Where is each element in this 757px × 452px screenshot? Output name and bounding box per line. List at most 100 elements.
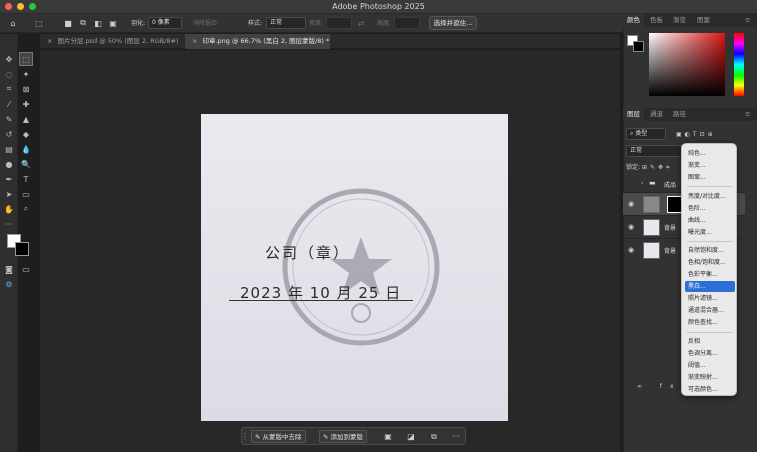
add-to-mask-button[interactable]: ✎ 添加到蒙版 xyxy=(319,430,368,443)
history-brush-icon[interactable]: ↺ xyxy=(3,128,15,140)
color-picker-field[interactable] xyxy=(649,33,725,96)
lock-label: 锁定: xyxy=(626,164,641,171)
intersect-selection-icon[interactable]: ▣ xyxy=(107,17,119,29)
gradient-tool-icon[interactable]: ▤ xyxy=(3,143,15,155)
more-options-icon[interactable]: ··· xyxy=(450,431,462,442)
blend-mode-select[interactable]: 正常 xyxy=(626,145,682,157)
eyedropper-icon[interactable]: ⁄ xyxy=(3,98,15,110)
healing-brush-icon[interactable]: ✚ xyxy=(20,98,32,110)
menu-item-levels[interactable]: 色阶... xyxy=(685,203,735,214)
tab-layers[interactable]: 图层 xyxy=(623,108,644,121)
invert-mask-icon[interactable]: ◪ xyxy=(405,431,417,442)
hue-slider[interactable] xyxy=(734,33,744,96)
rectangle-tool-icon[interactable]: ▭ xyxy=(20,188,32,200)
antialias-checkbox[interactable]: 消除锯齿 xyxy=(193,18,217,29)
layer-name[interactable]: 背景 xyxy=(664,246,676,255)
menu-item-curves[interactable]: 曲线... xyxy=(685,215,735,226)
new-selection-icon[interactable]: ■ xyxy=(62,17,74,29)
select-and-mask-button[interactable]: 选择并遮住... xyxy=(429,16,477,30)
width-label: 宽度: xyxy=(309,20,324,27)
remove-from-mask-button[interactable]: ✎ 从蒙版中去除 xyxy=(251,430,306,443)
drag-handle-icon[interactable]: ⋮ xyxy=(241,431,249,442)
menu-item-channel-mixer[interactable]: 通道混合器... xyxy=(685,305,735,316)
background-swatch[interactable] xyxy=(633,41,644,52)
menu-item-gradient-map[interactable]: 渐变映射... xyxy=(685,372,735,383)
generative-icon[interactable]: ⚙ xyxy=(3,278,15,290)
layer-filter-icons[interactable]: ▣◐T⊡⊕ xyxy=(676,129,716,140)
dodge-tool-icon[interactable]: ● xyxy=(3,158,15,170)
chevron-right-icon[interactable]: › xyxy=(641,180,643,187)
width-input[interactable] xyxy=(326,17,352,29)
tab-seal-png[interactable]: × 印章.png @ 66.7% (黑白 2, 图层蒙版/8) * xyxy=(185,34,330,49)
filter-label: 类型 xyxy=(635,130,648,137)
menu-item-photo-filter[interactable]: 照片滤镜... xyxy=(685,293,735,304)
mask-options-icon[interactable]: ▣ xyxy=(382,431,394,442)
tools-panel: ✥ ⬚ ◌ ✦ ⌗ ⊠ ⁄ ✚ ✎ ▲ ↺ ◆ ▤ 💧 ● 🔍 ✒ T ➤ ▭ … xyxy=(0,34,33,452)
quick-mask-icon[interactable]: ◙ xyxy=(3,263,15,275)
eye-icon[interactable]: ◉ xyxy=(628,246,634,254)
marquee-tool-preset-icon[interactable]: ⬚ xyxy=(33,17,45,29)
tab-paths[interactable]: 路径 xyxy=(669,108,690,121)
menu-item-gradient[interactable]: 渐变... xyxy=(685,160,735,171)
menu-separator xyxy=(687,241,733,242)
menu-item-exposure[interactable]: 曝光度... xyxy=(685,227,735,238)
tab-patterns[interactable]: 图案 xyxy=(693,14,714,27)
eraser-tool-icon[interactable]: ◆ xyxy=(20,128,32,140)
blur-tool-icon[interactable]: 💧 xyxy=(20,143,32,155)
add-selection-icon[interactable]: ⧉ xyxy=(77,17,89,29)
tab-channels[interactable]: 通道 xyxy=(646,108,667,121)
feather-input[interactable]: 0 像素 xyxy=(148,17,182,29)
frame-tool-icon[interactable]: ⊠ xyxy=(20,83,32,95)
tab-color[interactable]: 颜色 xyxy=(623,14,644,27)
menu-item-posterize[interactable]: 色调分离... xyxy=(685,348,735,359)
menu-item-invert[interactable]: 反相 xyxy=(685,336,735,347)
menu-item-black-white[interactable]: 黑白... xyxy=(685,281,735,292)
layer-name[interactable]: 成品 xyxy=(664,180,676,189)
subtract-selection-icon[interactable]: ◧ xyxy=(92,17,104,29)
brush-tool-icon[interactable]: ✎ xyxy=(3,113,15,125)
close-tab-icon[interactable]: × xyxy=(192,37,197,45)
layer-name[interactable]: 背景 xyxy=(664,223,676,232)
panel-menu-icon[interactable]: ≡ xyxy=(741,14,754,27)
height-input[interactable] xyxy=(394,17,420,29)
background-color-swatch[interactable] xyxy=(15,242,29,256)
close-tab-icon[interactable]: × xyxy=(47,37,52,45)
rectangular-marquee-icon[interactable]: ⬚ xyxy=(19,52,33,66)
menu-item-hue-saturation[interactable]: 色相/饱和度... xyxy=(685,257,735,268)
pen-tool-icon[interactable]: ✒ xyxy=(3,173,15,185)
home-icon[interactable]: ⌂ xyxy=(7,17,19,29)
menu-item-color-balance[interactable]: 色彩平衡... xyxy=(685,269,735,280)
menu-item-color-lookup[interactable]: 颜色查找... xyxy=(685,317,735,328)
crop-tool-icon[interactable]: ⌗ xyxy=(3,83,15,95)
height-label: 高度: xyxy=(377,20,392,27)
magic-wand-icon[interactable]: ✦ xyxy=(20,68,32,80)
panel-menu-icon[interactable]: ≡ xyxy=(741,108,754,121)
burn-tool-icon[interactable]: 🔍 xyxy=(20,158,32,170)
search-icon: ⌕ xyxy=(630,130,634,137)
eye-icon[interactable]: ◉ xyxy=(628,223,634,231)
move-tool-icon[interactable]: ✥ xyxy=(3,53,15,65)
menu-item-pattern[interactable]: 图案... xyxy=(685,172,735,183)
hand-tool-icon[interactable]: ✋ xyxy=(3,203,15,215)
more-tools-icon[interactable]: ··· xyxy=(3,218,15,230)
eye-icon[interactable]: ◉ xyxy=(628,200,634,208)
tab-layered-psd[interactable]: × 图片分层.psd @ 50% (图层 2, RGB/8#) xyxy=(40,34,185,49)
swap-dimensions-icon[interactable]: ⇄ xyxy=(355,17,367,29)
lasso-tool-icon[interactable]: ◌ xyxy=(3,68,15,80)
menu-item-threshold[interactable]: 阈值... xyxy=(685,360,735,371)
lock-icons[interactable]: ⊞✎✥⌗ xyxy=(642,162,672,173)
style-select[interactable]: 正常 xyxy=(266,17,306,29)
zoom-tool-icon[interactable]: ⌕ xyxy=(20,203,32,215)
menu-item-brightness-contrast[interactable]: 亮度/对比度... xyxy=(685,191,735,202)
clone-stamp-icon[interactable]: ▲ xyxy=(20,113,32,125)
menu-item-solid-color[interactable]: 纯色... xyxy=(685,148,735,159)
mask-properties-icon[interactable]: ⧉ xyxy=(428,431,440,442)
layer-filter-select[interactable]: ⌕ 类型 xyxy=(626,128,666,140)
tab-gradients[interactable]: 渐变 xyxy=(669,14,690,27)
tab-swatches[interactable]: 色板 xyxy=(646,14,667,27)
menu-item-selective-color[interactable]: 可选颜色... xyxy=(685,384,735,395)
path-selection-icon[interactable]: ➤ xyxy=(3,188,15,200)
menu-item-vibrance[interactable]: 自然饱和度... xyxy=(685,245,735,256)
type-tool-icon[interactable]: T xyxy=(20,173,32,185)
screen-mode-icon[interactable]: ▭ xyxy=(20,263,32,275)
